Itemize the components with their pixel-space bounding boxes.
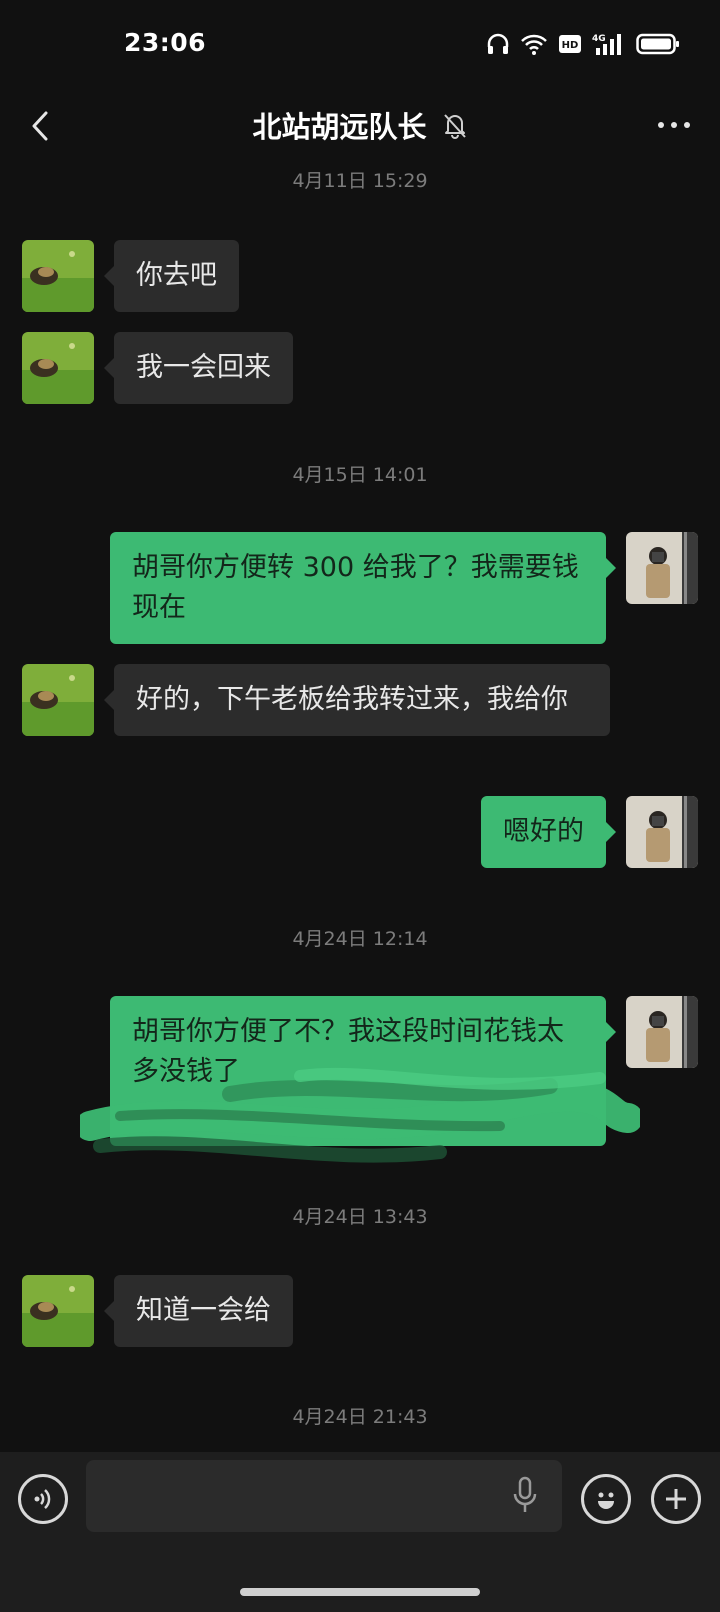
status-bar: 23:06 HD 4G	[0, 0, 720, 90]
signal-4g-icon: 4G	[592, 34, 621, 55]
emoji-button[interactable]	[581, 1474, 631, 1524]
home-indicator[interactable]	[240, 1588, 480, 1596]
chat-header: 北站胡远队长	[0, 90, 720, 162]
more-dots-icon	[658, 122, 690, 128]
svg-text:HD: HD	[562, 40, 579, 51]
avatar[interactable]	[626, 996, 698, 1068]
message-text: 胡哥你方便了不？我这段时间花钱太多没钱了	[132, 1016, 564, 1087]
message-bubble-incoming[interactable]: 我一会回来	[104, 332, 293, 404]
message-bubble-outgoing[interactable]: 嗯好的	[481, 796, 616, 868]
headphones-icon	[487, 33, 509, 54]
avatar[interactable]	[22, 1275, 94, 1347]
message-bubble-incoming[interactable]: 你去吧	[104, 240, 239, 312]
voice-icon	[34, 1489, 51, 1509]
message-bubble-outgoing[interactable]: 胡哥你方便转 300 给我了？我需要钱现在	[110, 532, 616, 644]
message-bubble-incoming[interactable]: 知道一会给	[104, 1275, 293, 1347]
timestamp: 4月11日 15:29	[292, 170, 428, 192]
title-wrap: 北站胡远队长	[0, 104, 720, 146]
wifi-icon	[521, 34, 547, 55]
timestamp: 4月24日 12:14	[292, 928, 428, 950]
plus-icon	[666, 1489, 686, 1509]
emoji-icon	[598, 1492, 614, 1509]
status-time: 23:06	[124, 28, 207, 57]
timestamp: 4月15日 14:01	[292, 464, 428, 486]
status-icons: HD 4G	[486, 32, 680, 56]
avatar[interactable]	[22, 664, 94, 736]
battery-icon	[636, 33, 679, 55]
bell-off-icon	[443, 114, 466, 139]
message-input[interactable]	[86, 1460, 562, 1532]
chat-title: 北站胡远队长	[252, 110, 427, 144]
hd-icon: HD	[559, 35, 581, 53]
voice-button[interactable]	[18, 1474, 68, 1524]
avatar[interactable]	[22, 332, 94, 404]
timestamp: 4月24日 13:43	[292, 1206, 428, 1228]
svg-text:4G: 4G	[592, 34, 606, 44]
message-bubble-incoming[interactable]: 好的，下午老板给我转过来，我给你	[104, 664, 610, 736]
avatar[interactable]	[626, 796, 698, 868]
avatar[interactable]	[22, 240, 94, 312]
avatar[interactable]	[626, 532, 698, 604]
message-bubble-outgoing[interactable]: 胡哥你方便了不？我这段时间花钱太多没钱了	[110, 996, 616, 1146]
plus-button[interactable]	[651, 1474, 701, 1524]
more-button[interactable]	[654, 110, 694, 140]
microphone-icon[interactable]	[512, 1476, 538, 1516]
timestamp: 4月24日 21:43	[292, 1406, 428, 1428]
